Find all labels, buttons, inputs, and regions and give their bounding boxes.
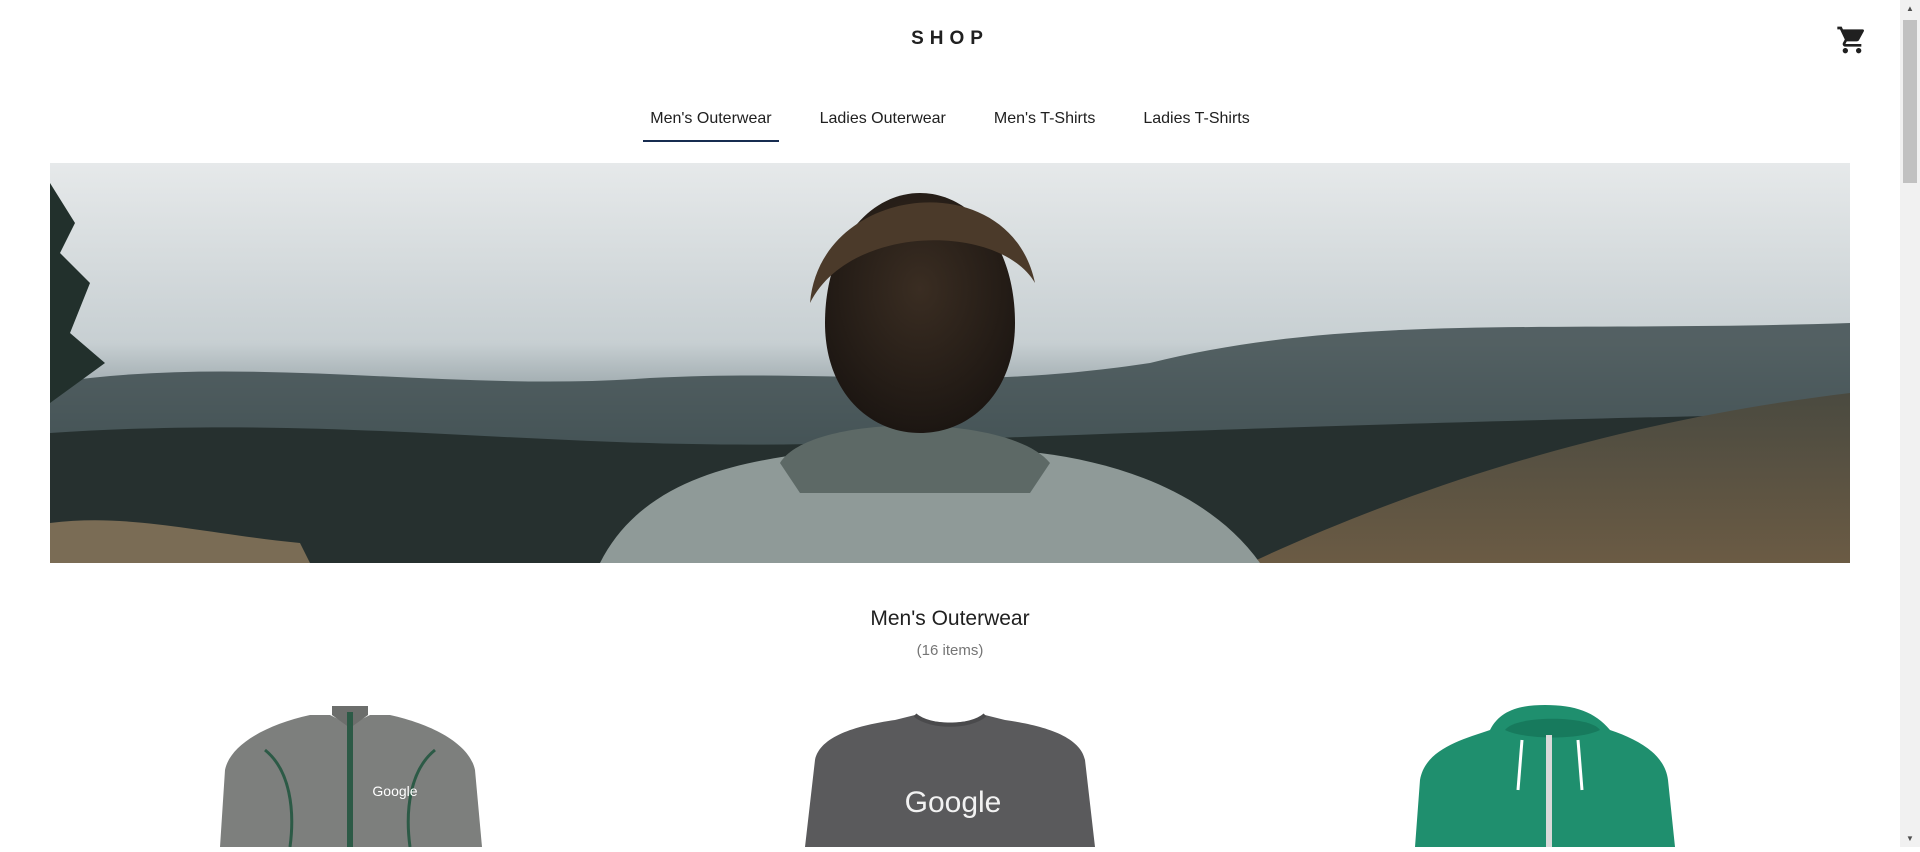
- scroll-down-icon[interactable]: ▼: [1900, 830, 1920, 847]
- scrollbar-thumb[interactable]: [1903, 20, 1917, 183]
- tab-ladies-tshirts[interactable]: Ladies T-Shirts: [1136, 104, 1256, 142]
- shopping-cart-icon[interactable]: [1836, 24, 1868, 56]
- scrollbar[interactable]: ▲ ▼: [1900, 0, 1920, 847]
- tab-mens-tshirts[interactable]: Men's T-Shirts: [987, 104, 1102, 142]
- category-title: Men's Outerwear: [870, 607, 1030, 630]
- scroll-up-icon[interactable]: ▲: [1900, 0, 1920, 17]
- product-card[interactable]: Google: [650, 700, 1250, 847]
- product-logo: Google: [372, 783, 417, 799]
- product-card[interactable]: Google: [50, 700, 650, 848]
- product-grid: Google Google: [0, 700, 1900, 848]
- hero-image: [50, 163, 1850, 563]
- category-tabs: Men's Outerwear Ladies Outerwear Men's T…: [0, 104, 1900, 142]
- item-count: (16 items): [916, 642, 984, 659]
- app-header: SHOP: [0, 0, 1900, 80]
- shop-logo[interactable]: SHOP: [0, 28, 1900, 50]
- tab-ladies-outerwear[interactable]: Ladies Outerwear: [813, 104, 953, 142]
- product-logo: Google: [905, 786, 1002, 819]
- product-card[interactable]: [1260, 700, 1860, 847]
- tab-mens-outerwear[interactable]: Men's Outerwear: [643, 104, 779, 142]
